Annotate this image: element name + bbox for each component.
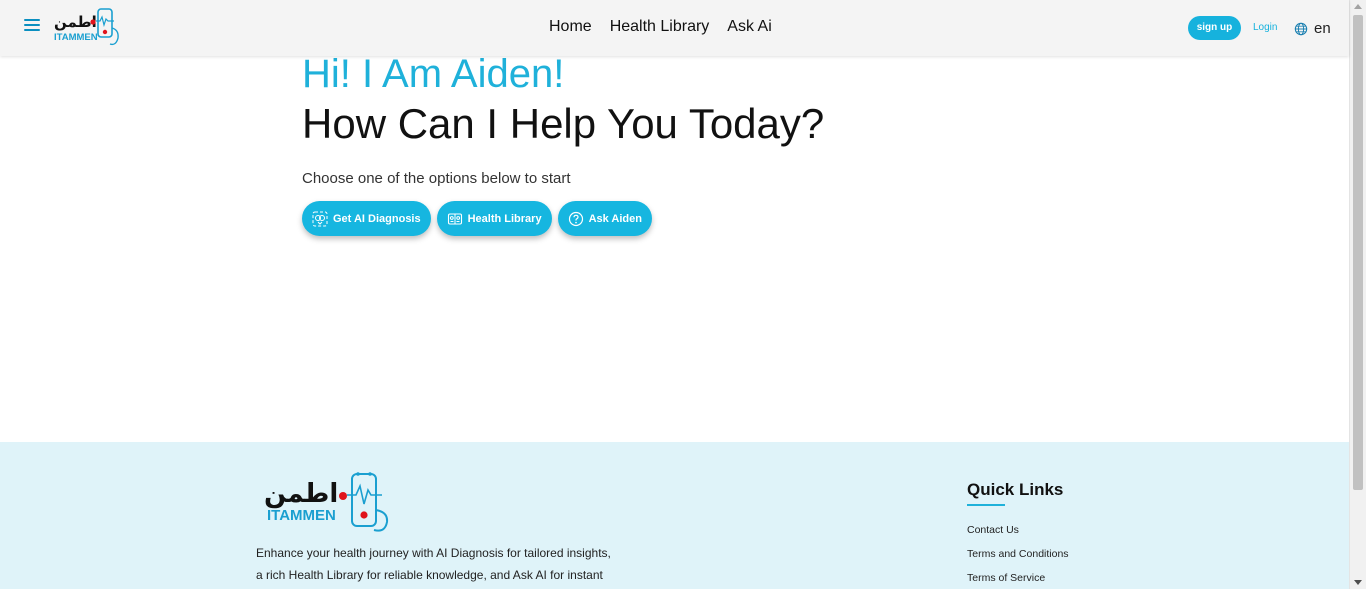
brain-scan-icon — [312, 211, 328, 226]
signup-button[interactable]: sign up — [1188, 16, 1241, 40]
svg-text:اطمن: اطمن — [264, 479, 338, 509]
nav-health-library[interactable]: Health Library — [610, 18, 710, 36]
login-link[interactable]: Login — [1253, 22, 1277, 33]
footer-logo[interactable]: اطمن ITAMMEN — [264, 472, 392, 534]
quick-link-terms-and-conditions[interactable]: Terms and Conditions — [967, 548, 1069, 572]
footer-description-line: a rich Health Library for reliable knowl… — [256, 568, 603, 582]
nav-ask-ai[interactable]: Ask Ai — [727, 18, 771, 36]
footer-description: Enhance your health journey with AI Diag… — [256, 542, 636, 586]
header-logo[interactable]: اطمن ITAMMEN — [52, 8, 122, 48]
hamburger-menu-icon[interactable] — [24, 19, 40, 35]
get-ai-diagnosis-label: Get AI Diagnosis — [333, 212, 421, 225]
ask-aiden-label: Ask Aiden — [588, 212, 642, 225]
quick-link-terms-of-service[interactable]: Terms of Service — [967, 572, 1069, 589]
quick-links-list: Contact Us Terms and Conditions Terms of… — [967, 524, 1069, 589]
page: اطمن ITAMMEN Home Health Library Ask Ai … — [0, 0, 1366, 589]
top-header: اطمن ITAMMEN Home Health Library Ask Ai … — [0, 0, 1349, 56]
quick-links-underline — [967, 504, 1005, 506]
footer: اطمن ITAMMEN Enhance your health journey… — [0, 442, 1349, 589]
main-nav: Home Health Library Ask Ai — [549, 18, 772, 36]
ask-aiden-button[interactable]: Ask Aiden — [557, 201, 652, 236]
language-label: en — [1314, 20, 1331, 37]
quick-links-title: Quick Links — [967, 480, 1064, 499]
globe-icon — [1294, 22, 1308, 35]
footer-description-line: Enhance your health journey with AI Diag… — [256, 546, 611, 560]
health-library-button[interactable]: Health Library — [436, 201, 552, 236]
hero-subtitle: Choose one of the options below to start — [302, 170, 571, 187]
hero-greeting: Hi! I Am Aiden! — [302, 52, 565, 96]
nav-home[interactable]: Home — [549, 18, 592, 36]
scroll-down-arrow-icon[interactable] — [1354, 580, 1362, 585]
question-icon — [568, 211, 583, 226]
language-selector[interactable]: en — [1294, 20, 1331, 37]
vertical-scrollbar[interactable] — [1349, 0, 1366, 589]
svg-text:ITAMMEN: ITAMMEN — [267, 507, 336, 524]
scroll-up-arrow-icon[interactable] — [1354, 4, 1362, 9]
scrollbar-thumb[interactable] — [1353, 15, 1363, 490]
quick-link-contact-us[interactable]: Contact Us — [967, 524, 1069, 548]
hero-headline: How Can I Help You Today? — [302, 100, 825, 147]
hero-actions: Get AI Diagnosis Health Library Ask Aide… — [302, 201, 652, 236]
health-library-label: Health Library — [467, 212, 542, 225]
svg-text:ITAMMEN: ITAMMEN — [54, 32, 98, 43]
library-icon — [447, 212, 462, 225]
get-ai-diagnosis-button[interactable]: Get AI Diagnosis — [302, 201, 431, 236]
